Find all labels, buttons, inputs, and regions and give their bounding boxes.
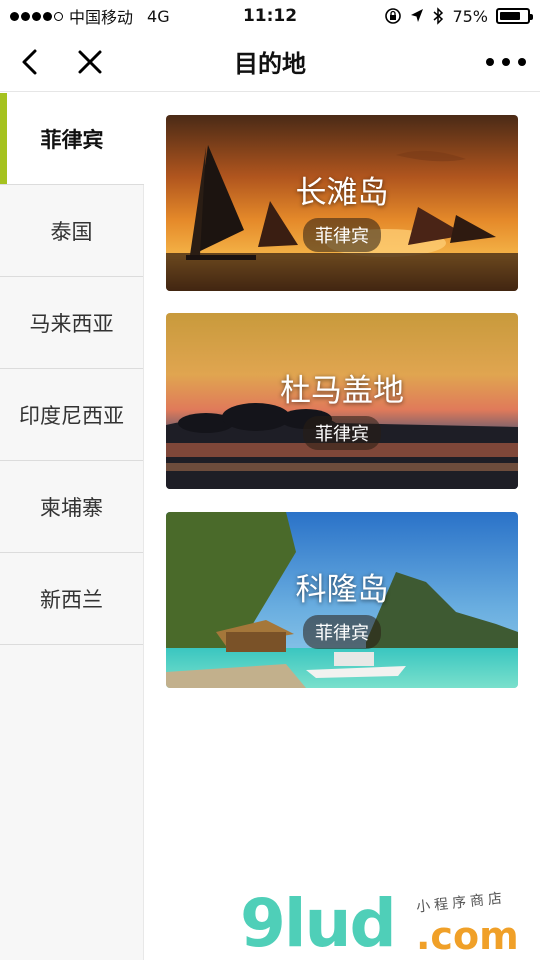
- sidebar-item-malaysia[interactable]: 马来西亚: [0, 277, 143, 369]
- destination-card-coron[interactable]: 科隆岛 菲律宾: [166, 512, 518, 688]
- destination-card-dumaguete[interactable]: 杜马盖地 菲律宾: [166, 313, 518, 489]
- battery-icon: [496, 8, 533, 24]
- country-tag: 菲律宾: [303, 217, 381, 252]
- sidebar-item-philippines[interactable]: 菲律宾: [0, 93, 144, 185]
- watermark-tagline: 小程序商店: [415, 890, 507, 916]
- sidebar-item-label: 菲律宾: [40, 127, 104, 152]
- back-button[interactable]: [0, 32, 60, 92]
- watermark-logo: 9lud 小程序商店 .com: [240, 888, 540, 960]
- sidebar-item-thailand[interactable]: 泰国: [0, 185, 143, 277]
- destination-name: 科隆岛: [295, 571, 389, 608]
- nav-bar: 目的地: [0, 32, 540, 92]
- page-title: 目的地: [234, 50, 306, 78]
- sidebar-item-indonesia[interactable]: 印度尼西亚: [0, 369, 143, 461]
- sidebar-item-label: 柬埔寨: [40, 495, 103, 520]
- status-right: 75%: [384, 6, 533, 26]
- battery-percent: 75%: [452, 6, 488, 26]
- bluetooth-icon: [433, 7, 444, 25]
- rotation-lock-icon: [385, 8, 402, 24]
- network-type: 4G: [147, 6, 170, 26]
- status-left: 中国移动 4G: [10, 4, 170, 28]
- close-button[interactable]: [60, 32, 120, 92]
- status-time: 11:12: [242, 6, 298, 26]
- carrier: 中国移动: [69, 8, 134, 27]
- more-button[interactable]: [486, 46, 526, 78]
- signal-icon: [10, 11, 63, 21]
- sidebar-item-label: 泰国: [50, 219, 93, 244]
- status-bar: 中国移动 4G 11:12 75%: [0, 0, 540, 32]
- country-tag: 菲律宾: [303, 614, 381, 649]
- sidebar-item-cambodia[interactable]: 柬埔寨: [0, 461, 143, 553]
- battery-fill: [500, 12, 520, 20]
- close-icon: [78, 50, 102, 73]
- more-icon: [486, 58, 494, 66]
- destination-name: 长滩岛: [295, 174, 389, 211]
- sidebar-item-new-zealand[interactable]: 新西兰: [0, 553, 143, 645]
- location-icon: [411, 9, 424, 22]
- watermark-brand: 9lud: [240, 885, 397, 962]
- destination-list: 长滩岛 菲律宾 杜马盖地 菲律宾 科隆岛 菲律宾: [144, 93, 540, 960]
- watermark-domain: .com: [416, 914, 519, 958]
- country-sidebar: 菲律宾 泰国 马来西亚 印度尼西亚 柬埔寨 新西兰: [0, 93, 144, 960]
- sidebar-item-label: 新西兰: [40, 587, 103, 612]
- destination-card-boracay[interactable]: 长滩岛 菲律宾: [166, 115, 518, 291]
- sidebar-item-label: 马来西亚: [29, 311, 114, 336]
- destination-name: 杜马盖地: [280, 372, 404, 409]
- sidebar-item-label: 印度尼西亚: [19, 403, 124, 428]
- country-tag: 菲律宾: [303, 415, 381, 450]
- back-chevron-icon: [22, 49, 37, 74]
